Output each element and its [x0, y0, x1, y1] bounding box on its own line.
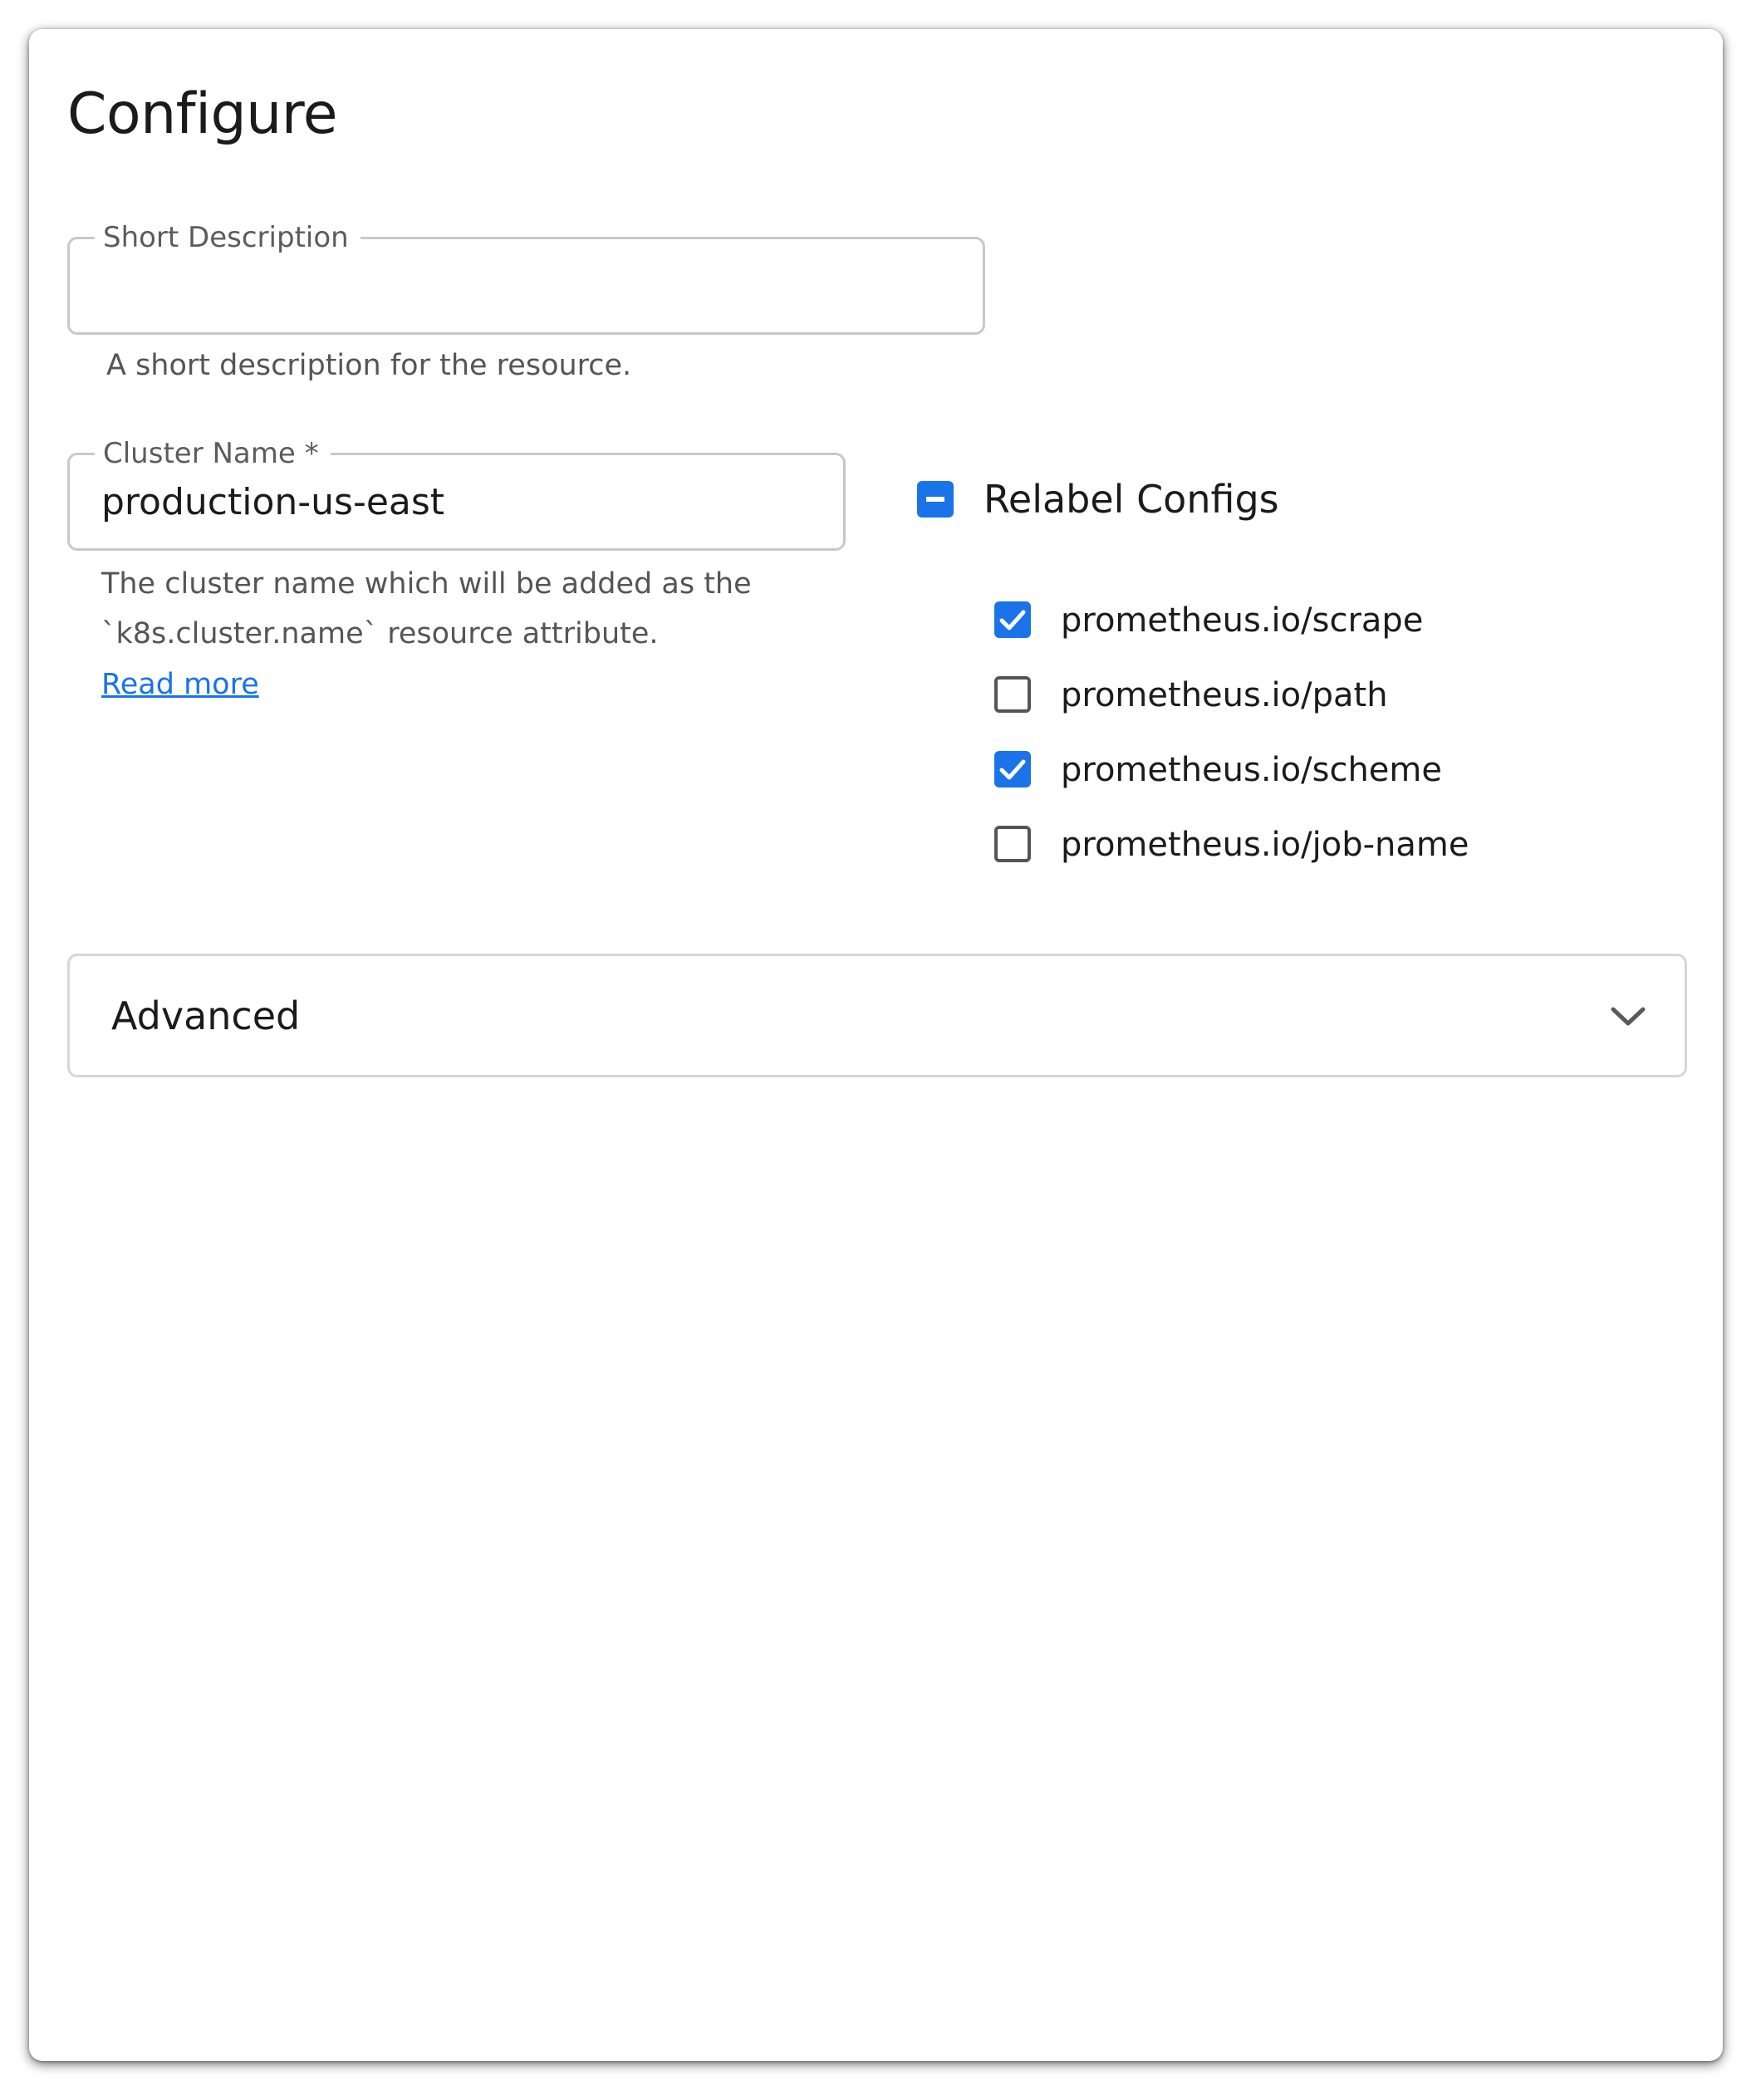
page-title: Configure: [67, 81, 338, 147]
checkbox-label: prometheus.io/job-name: [1061, 826, 1469, 864]
checkbox-prometheus-scrape[interactable]: [994, 601, 1031, 638]
advanced-accordion-title: Advanced: [111, 994, 301, 1038]
short-description-helper: A short description for the resource.: [106, 349, 632, 382]
checkbox-prometheus-path[interactable]: [994, 676, 1031, 713]
advanced-accordion[interactable]: Advanced: [67, 954, 1687, 1077]
short-description-field[interactable]: Short Description: [67, 216, 985, 335]
checkmark-icon: [999, 610, 1026, 630]
checkbox-label: prometheus.io/scheme: [1061, 751, 1442, 789]
checkbox-label: prometheus.io/path: [1061, 676, 1388, 714]
read-more-link[interactable]: Read more: [101, 660, 259, 709]
cluster-name-helper-line: The cluster name which will be added as …: [101, 567, 752, 601]
relabel-configs-checkbox[interactable]: [917, 481, 954, 518]
checkbox-prometheus-job-name[interactable]: [994, 826, 1031, 862]
cluster-name-input[interactable]: [101, 455, 827, 548]
checkbox-prometheus-scheme[interactable]: [994, 751, 1031, 788]
cluster-name-helper-line: `k8s.cluster.name` resource attribute.: [101, 617, 659, 650]
relabel-configs-label: Relabel Configs: [984, 477, 1279, 522]
short-description-input[interactable]: [101, 239, 966, 332]
cluster-name-helper: The cluster name which will be added as …: [101, 559, 816, 659]
checkmark-icon: [999, 759, 1026, 780]
chevron-down-icon[interactable]: [1608, 996, 1648, 1036]
indeterminate-icon: [926, 497, 944, 502]
checkbox-label: prometheus.io/scrape: [1061, 601, 1424, 640]
cluster-name-field[interactable]: Cluster Name *: [67, 432, 846, 551]
